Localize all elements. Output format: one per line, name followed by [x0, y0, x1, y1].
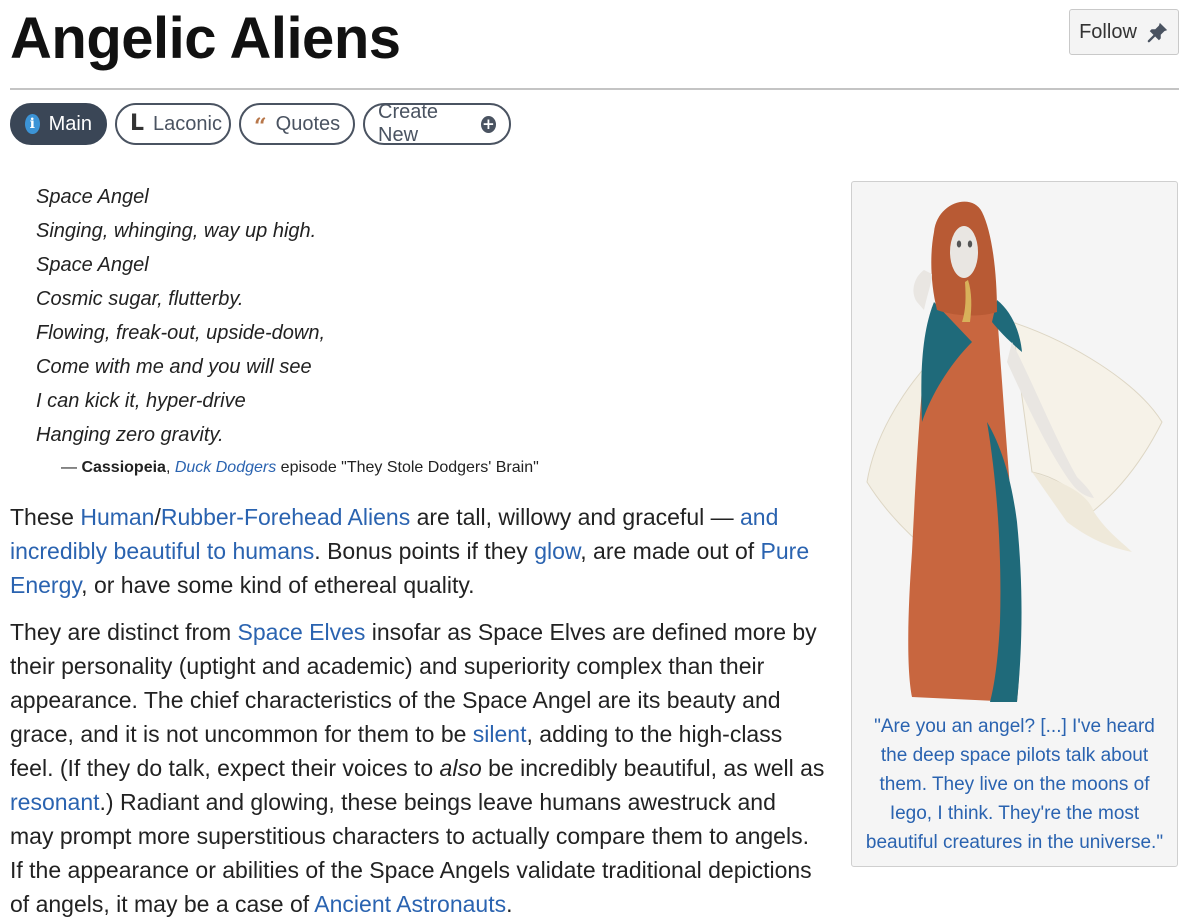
tab-laconic[interactable]: L Laconic [115, 103, 231, 145]
text-run: . Bonus points if they [314, 538, 535, 564]
page: Angelic Aliens Follow i Main L Laconic “… [0, 0, 1200, 924]
link-silent[interactable]: silent [473, 721, 527, 747]
page-title: Angelic Aliens [10, 6, 401, 71]
attribution-dash: — [61, 459, 77, 476]
attribution-separator: , [165, 459, 171, 476]
text-run: These [10, 504, 81, 530]
quote-marks-icon: “ [254, 114, 267, 140]
text-run: are tall, willowy and graceful — [410, 504, 741, 530]
link-glow[interactable]: glow [534, 538, 580, 564]
description-paragraph: They are distinct from Space Elves insof… [10, 615, 825, 921]
image-caption: "Are you an angel? [...] I've heard the … [865, 716, 1164, 853]
epigraph-quote: Space Angel Singing, whinging, way up hi… [36, 180, 796, 452]
quote-line: Singing, whinging, way up high. [36, 220, 317, 242]
link-human[interactable]: Human [80, 504, 154, 530]
quote-line: Space Angel [36, 254, 149, 276]
link-rubber-forehead-aliens[interactable]: Rubber-Forehead Aliens [161, 504, 410, 530]
info-icon: i [25, 114, 40, 134]
quote-attribution: — Cassiopeia, Duck Dodgers episode "They… [61, 457, 539, 479]
tab-create-new-label: Create New [378, 101, 439, 146]
tab-quotes[interactable]: “ Quotes [239, 103, 355, 145]
text-run: , or have some kind of ethereal quality. [81, 572, 475, 598]
tab-laconic-label: Laconic [153, 112, 222, 135]
image-sidebar: "Are you an angel? [...] I've heard the … [851, 181, 1178, 867]
link-ancient-astronauts[interactable]: Ancient Astronauts [314, 891, 506, 917]
namespace-tabs: i Main L Laconic “ Quotes Create New + [10, 101, 511, 146]
attribution-episode: episode "They Stole Dodgers' Brain" [280, 459, 539, 476]
quote-line: I can kick it, hyper-drive [36, 390, 246, 412]
text-run: , are made out of [580, 538, 761, 564]
follow-label: Follow [1079, 20, 1137, 43]
tab-main[interactable]: i Main [10, 103, 107, 145]
tab-quotes-label: Quotes [275, 112, 341, 135]
tab-main-label: Main [48, 112, 92, 135]
emphasis-also: also [439, 755, 482, 781]
plus-circle-icon: + [480, 114, 496, 133]
quote-line: Space Angel [36, 186, 149, 208]
laconic-l-icon: L [130, 111, 145, 136]
link-space-elves[interactable]: Space Elves [238, 619, 366, 645]
text-run: be incredibly beautiful, as well as [481, 755, 825, 781]
text-run: . [506, 891, 513, 917]
quote-line: Flowing, freak-out, upside-down, [36, 322, 326, 344]
text-run: They are distinct from [10, 619, 238, 645]
link-duck-dodgers[interactable]: Duck Dodgers [175, 459, 276, 476]
quote-line: Hanging zero gravity. [36, 424, 224, 446]
follow-button[interactable]: Follow [1069, 9, 1179, 55]
title-divider [10, 88, 1179, 90]
quote-line: Come with me and you will see [36, 356, 312, 378]
attribution-speaker: Cassiopeia [81, 459, 166, 476]
space-angel-illustration [866, 201, 1163, 702]
intro-paragraph: These Human/Rubber-Forehead Aliens are t… [10, 500, 825, 602]
pin-icon [1147, 21, 1169, 43]
space-angel-image[interactable] [862, 192, 1167, 717]
quote-line: Cosmic sugar, flutterby. [36, 288, 244, 310]
link-resonant[interactable]: resonant [10, 789, 100, 815]
tab-create-new[interactable]: Create New + [363, 101, 511, 146]
